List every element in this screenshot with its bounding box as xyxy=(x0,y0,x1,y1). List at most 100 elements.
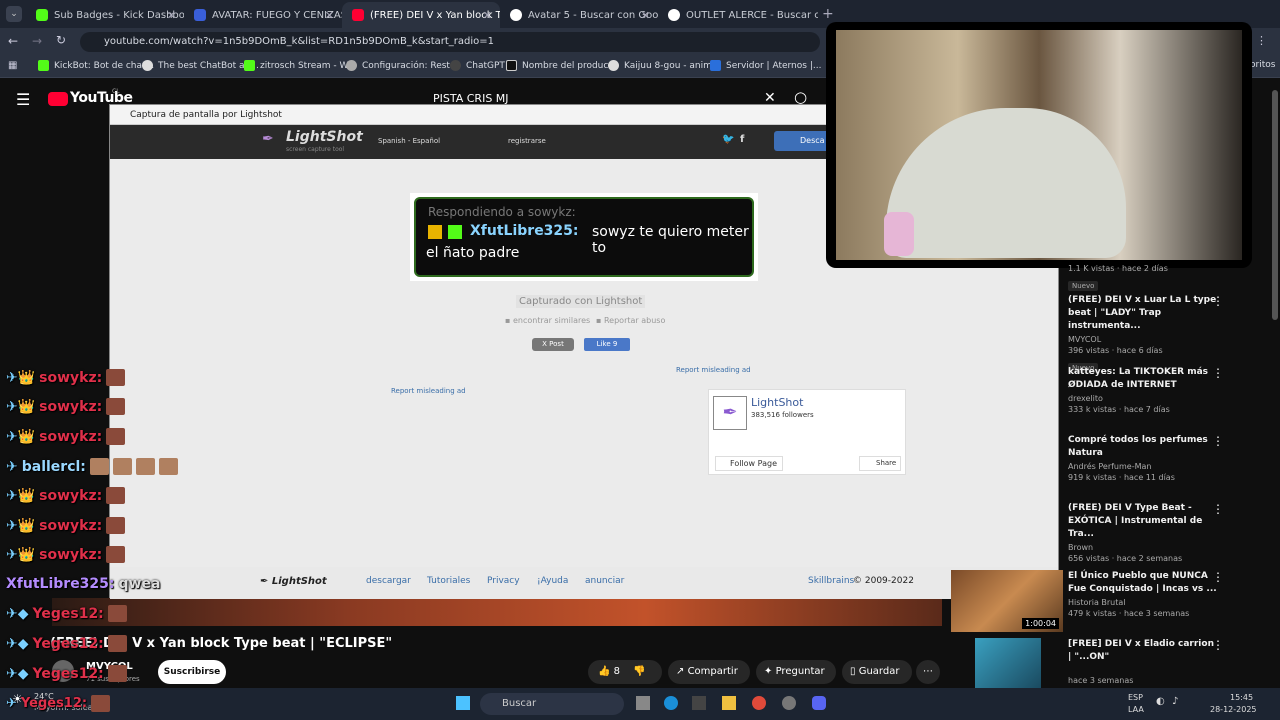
fb-share-button[interactable]: Share xyxy=(859,456,901,471)
page-scrollbar[interactable] xyxy=(1272,90,1278,320)
discord-icon[interactable] xyxy=(812,696,826,710)
more-options-icon[interactable]: ⋮ xyxy=(1212,294,1224,308)
more-actions-icon[interactable]: ⋯ xyxy=(916,660,940,684)
tab-5[interactable]: OUTLET ALERCE - Buscar con G xyxy=(658,2,818,28)
app-icon[interactable] xyxy=(782,696,796,710)
emote-icon xyxy=(91,695,111,712)
bookmark-all[interactable]: oritos xyxy=(1250,60,1275,70)
fb-like-button[interactable]: Like 9 xyxy=(584,338,630,351)
sidebar-video-2[interactable]: katteyes: La TIKTOKER más ØDIADA de INTE… xyxy=(1068,366,1218,414)
app-icon[interactable] xyxy=(692,696,706,710)
more-options-icon[interactable]: ⋮ xyxy=(1212,570,1224,584)
video-thumbnail[interactable] xyxy=(975,638,1041,688)
ask-button[interactable]: ✦ Preguntar xyxy=(756,660,836,684)
download-button[interactable]: Desca xyxy=(774,131,834,151)
footer-link-download[interactable]: descargar xyxy=(366,576,411,586)
bookmark-1[interactable]: KickBot: Bot de chat... xyxy=(38,60,154,71)
skillbrains-link[interactable]: Skillbrains xyxy=(808,576,854,586)
network-icon[interactable]: ◐ xyxy=(1156,696,1165,707)
new-tab-icon[interactable]: + xyxy=(822,6,834,22)
sidebar-video-5[interactable]: El Único Pueblo que NUNCA Fue Conquistad… xyxy=(1068,570,1218,618)
language-select[interactable]: Spanish - Español xyxy=(378,137,440,145)
apps-icon[interactable]: ▦ xyxy=(8,60,17,71)
more-options-icon[interactable]: ⋮ xyxy=(1212,638,1224,652)
task-view-icon[interactable] xyxy=(636,696,650,710)
youtube-logo-icon[interactable] xyxy=(48,92,68,106)
video-thumbnail[interactable]: 1:00:04 xyxy=(951,570,1063,632)
sparkle-icon: ✦ xyxy=(764,666,773,677)
sidebar-video-3[interactable]: Compré todos los perfumes Natura Andrés … xyxy=(1068,434,1218,482)
register-link[interactable]: registrarse xyxy=(508,137,546,145)
footer-link-help[interactable]: ¡Ayuda xyxy=(537,576,568,586)
page-avatar[interactable]: ✒ xyxy=(713,396,747,430)
footer-link-advertise[interactable]: anunciar xyxy=(585,576,624,586)
thumbs-down-icon[interactable]: 👎 xyxy=(633,666,645,677)
bookmark-4[interactable]: Configuración: Rest... xyxy=(346,60,459,71)
footer-logo[interactable]: ✒ LightShot xyxy=(260,576,327,587)
tab-search-button[interactable]: ⌄ xyxy=(6,6,22,22)
edge-icon[interactable] xyxy=(664,696,678,710)
report-ad-link-left[interactable]: Report misleading ad xyxy=(391,387,466,395)
subscribe-button[interactable]: Suscribirse xyxy=(158,660,226,684)
file-explorer-icon[interactable] xyxy=(722,696,736,710)
follow-page-button[interactable]: Follow Page xyxy=(715,456,783,471)
more-options-icon[interactable]: ⋮ xyxy=(1212,434,1224,448)
menu-icon[interactable]: ⋮ xyxy=(1256,34,1267,47)
video-title: Compré todos los perfumes Natura xyxy=(1068,435,1208,458)
find-similar-link[interactable]: ▪ encontrar similares xyxy=(505,316,590,325)
screenshot-frame[interactable]: Respondiendo a sowykz: XfutLibre325: sow… xyxy=(410,193,758,281)
report-ad-link-right[interactable]: Report misleading ad xyxy=(676,366,751,374)
clock-date[interactable]: 28-12-2025 xyxy=(1210,705,1257,714)
lightshot-logo[interactable]: LightShot xyxy=(286,129,363,145)
facebook-icon[interactable]: f xyxy=(740,134,744,145)
footer-link-privacy[interactable]: Privacy xyxy=(487,576,520,586)
close-icon[interactable]: ✕ xyxy=(641,9,650,22)
google-icon xyxy=(510,9,522,21)
bookmark-6[interactable]: Nombre del produc... xyxy=(506,60,617,71)
clock-time[interactable]: 15:45 xyxy=(1230,693,1253,702)
save-button[interactable]: ▯ Guardar xyxy=(842,660,912,684)
page-name[interactable]: LightShot xyxy=(751,396,803,409)
bookmark-3[interactable]: zitrosch Stream - W... xyxy=(244,60,356,71)
footer-link-tutorials[interactable]: Tutoriales xyxy=(427,576,470,586)
forward-icon[interactable]: → xyxy=(32,34,42,48)
sidebar-video-0[interactable]: 1.1 K vistas · hace 2 días Nuevo xyxy=(1068,264,1218,292)
taskbar-search[interactable]: Buscar xyxy=(480,693,624,715)
x-post-button[interactable]: X Post xyxy=(532,338,574,351)
video-player-strip[interactable] xyxy=(52,598,942,626)
url-field[interactable]: youtube.com/watch?v=1n5b9DOmB_k&list=RD1… xyxy=(80,32,820,52)
bookmark-8[interactable]: Servidor | Aternos |... xyxy=(710,60,821,71)
tab-1[interactable]: Sub Badges - Kick Dashboard✕ xyxy=(26,2,184,28)
twitter-icon[interactable]: 🐦 xyxy=(722,134,734,145)
tab-4[interactable]: Avatar 5 - Buscar con Google✕ xyxy=(500,2,658,28)
bookmark-7[interactable]: Kaijuu 8-gou - anim... xyxy=(608,60,720,71)
video-title: [FREE] DEI V x Eladio carrion | "...ON" xyxy=(1068,639,1214,662)
sidebar-video-6[interactable]: [FREE] DEI V x Eladio carrion | "...ON" … xyxy=(1068,638,1218,685)
share-button[interactable]: ↗ Compartir xyxy=(668,660,750,684)
report-abuse-link[interactable]: ▪ Reportar abuso xyxy=(596,316,665,325)
input-language[interactable]: ESP xyxy=(1128,693,1143,702)
more-options-icon[interactable]: ⋮ xyxy=(1212,502,1224,516)
bookmark-2[interactable]: The best ChatBot an... xyxy=(142,60,259,71)
bookmark-5[interactable]: ChatGPT xyxy=(450,60,505,71)
windows-start-icon[interactable] xyxy=(456,696,470,710)
tab-2[interactable]: AVATAR: FUEGO Y CENIZAS | C✕ xyxy=(184,2,342,28)
sidebar-video-1[interactable]: (FREE) DEI V x Luar La L type beat | "LA… xyxy=(1068,294,1218,374)
like-button[interactable]: 👍 8 👎 xyxy=(588,660,662,684)
close-icon[interactable]: ✕ xyxy=(167,9,176,22)
share-icon: ↗ xyxy=(676,666,685,677)
chat-message: ✈👑 sowykz: xyxy=(6,517,126,534)
hamburger-icon[interactable]: ☰ xyxy=(16,90,30,109)
tab-3-active[interactable]: (FREE) DEI V x Yan block Type b✕ xyxy=(342,2,500,28)
more-options-icon[interactable]: ⋮ xyxy=(1212,366,1224,380)
chrome-icon[interactable] xyxy=(752,696,766,710)
sidebar-video-4[interactable]: (FREE) DEI V Type Beat - EXÓTICA | Instr… xyxy=(1068,502,1218,563)
close-icon[interactable]: ✕ xyxy=(325,9,334,22)
close-icon[interactable]: ✕ xyxy=(483,9,492,22)
volume-icon[interactable]: ♪ xyxy=(1172,696,1178,707)
chat-message: ✈👑 sowykz: xyxy=(6,546,126,563)
badge-icons: ✈👑 xyxy=(6,517,36,534)
badge-icons: ✈👑 xyxy=(6,398,36,415)
reload-icon[interactable]: ↻ xyxy=(56,33,66,47)
back-icon[interactable]: ← xyxy=(8,34,18,48)
